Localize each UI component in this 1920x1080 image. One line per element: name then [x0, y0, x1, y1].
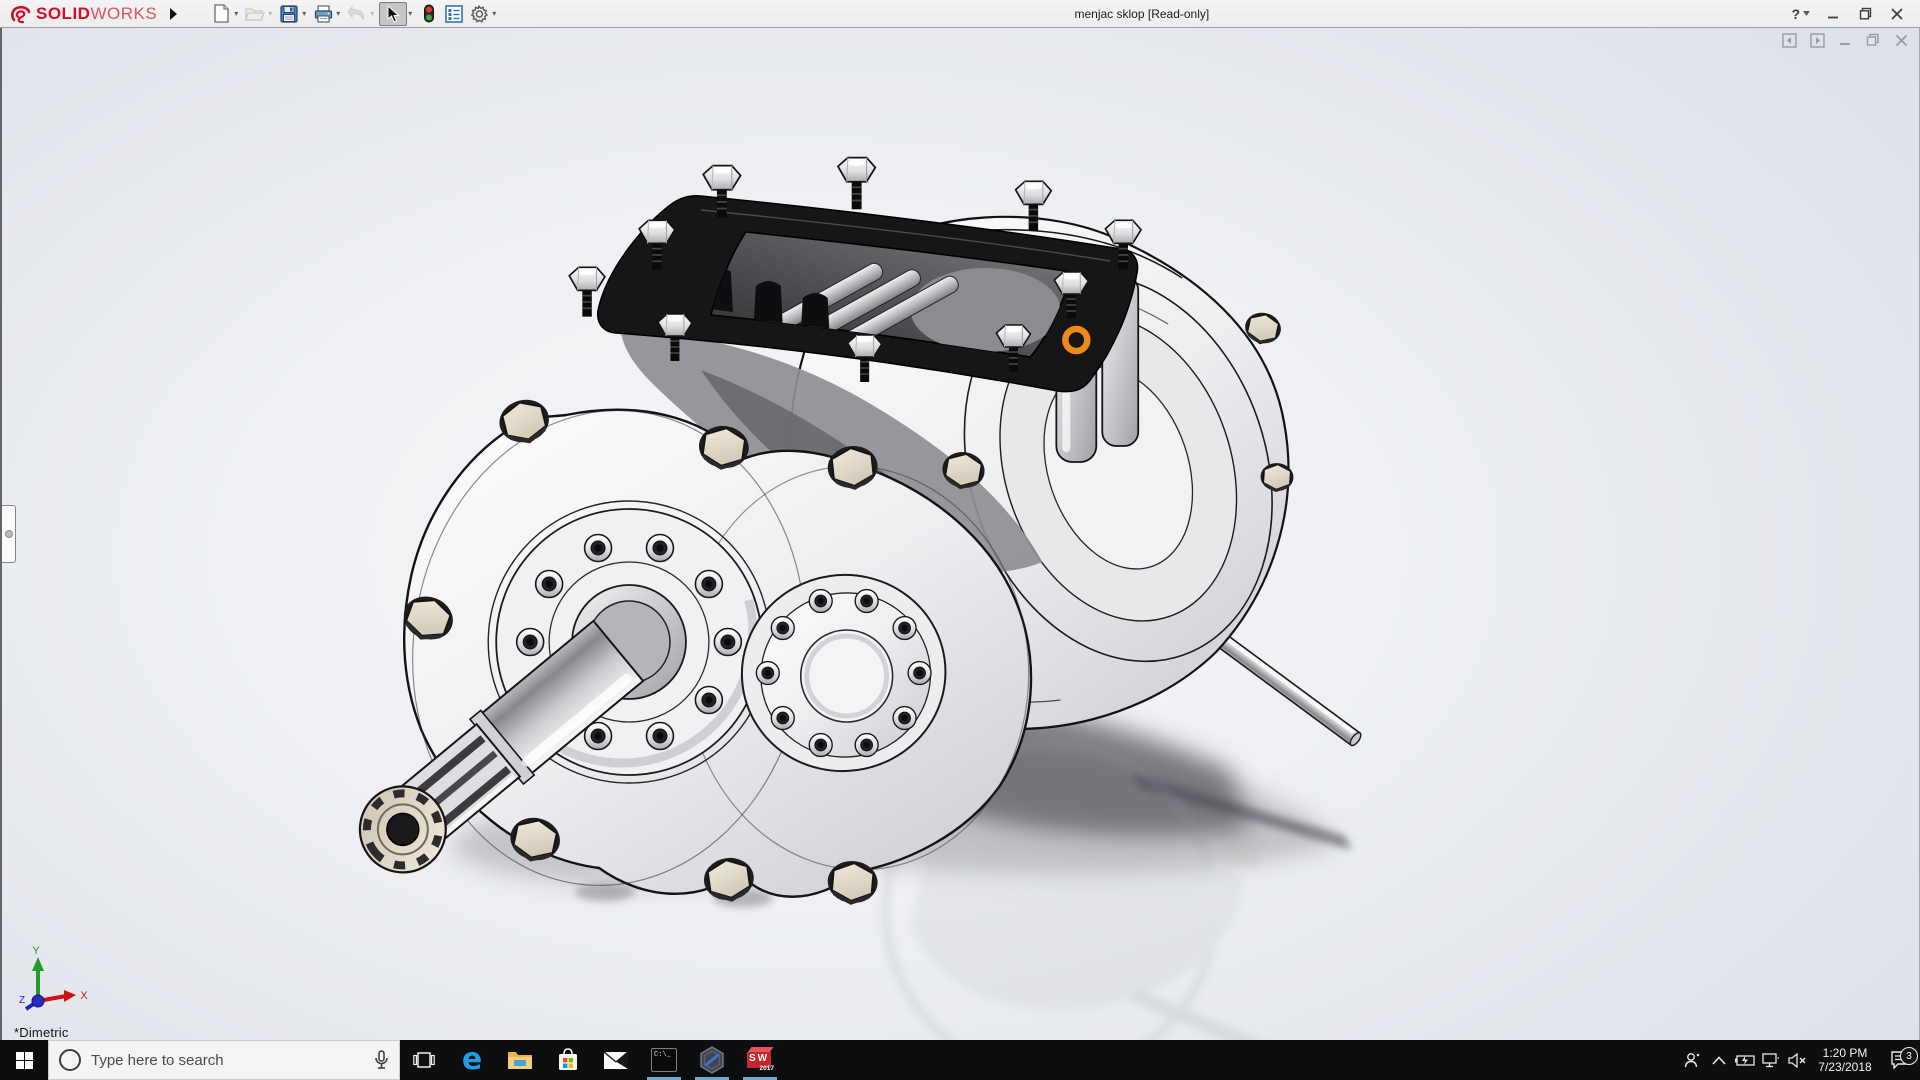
triad-z-label: Z — [19, 995, 25, 1006]
brand-works: WORKS — [90, 4, 157, 23]
open-button[interactable] — [243, 2, 267, 26]
chevron-up-icon — [1712, 1056, 1726, 1065]
system-tray: 1:20 PM 7/23/2018 3 — [1680, 1040, 1920, 1080]
solidworks-swoosh-icon — [10, 4, 34, 24]
taskbar-spacer — [784, 1040, 1680, 1080]
print-button[interactable] — [311, 2, 335, 26]
solidworks-2017-icon: SW 2017 — [746, 1046, 774, 1074]
options-dropdown-arrow[interactable]: ▾ — [492, 9, 496, 18]
store-icon — [556, 1048, 580, 1072]
search-placeholder: Type here to search — [91, 1052, 364, 1069]
notification-badge: 3 — [1900, 1047, 1918, 1065]
pane-expand-right-button[interactable] — [1809, 32, 1825, 48]
splitter-grip-icon — [5, 530, 13, 538]
title-bar: SOLIDWORKS ▾ ▾ ▾ ▾ ▾ — [0, 0, 1920, 28]
undo-button[interactable] — [345, 2, 369, 26]
solidworks-app-window: SOLIDWORKS ▾ ▾ ▾ ▾ ▾ — [0, 0, 1920, 1080]
taskbar-app-file-explorer[interactable] — [496, 1040, 544, 1080]
doc-close-button[interactable] — [1893, 32, 1909, 48]
minimize-button[interactable] — [1824, 5, 1842, 23]
edge-icon: e — [462, 1046, 482, 1074]
document-title: menjac sklop [Read-only] — [500, 7, 1783, 21]
options-gear-button[interactable] — [467, 2, 491, 26]
select-button[interactable] — [379, 2, 407, 26]
cortana-icon — [59, 1049, 81, 1071]
start-button[interactable] — [0, 1040, 48, 1080]
print-dropdown-arrow[interactable]: ▾ — [336, 9, 340, 18]
mail-icon — [603, 1051, 629, 1070]
taskbar-app-hexagon[interactable] — [688, 1040, 736, 1080]
command-prompt-icon: C:\_ — [651, 1048, 677, 1072]
task-view-icon — [413, 1051, 435, 1069]
clock-date: 7/23/2018 — [1812, 1060, 1878, 1074]
microphone-icon[interactable] — [374, 1050, 389, 1070]
taskbar-app-solidworks[interactable]: SW 2017 — [736, 1040, 784, 1080]
undo-dropdown-arrow[interactable]: ▾ — [370, 9, 374, 18]
view-orientation-label: *Dimetric — [14, 1025, 69, 1040]
taskbar-app-command-prompt[interactable]: C:\_ — [640, 1040, 688, 1080]
select-dropdown-arrow[interactable]: ▾ — [408, 9, 412, 18]
new-document-button[interactable] — [209, 2, 233, 26]
tray-overflow-button[interactable] — [1706, 1040, 1732, 1080]
help-dropdown-arrow[interactable] — [1803, 11, 1810, 16]
pane-expand-left-button[interactable] — [1781, 32, 1797, 48]
windows-logo-icon — [16, 1052, 33, 1069]
taskbar-search-box[interactable]: Type here to search — [48, 1040, 400, 1080]
save-button[interactable] — [277, 2, 301, 26]
graphics-viewport[interactable]: Y X Z *Dimetric — [0, 27, 1920, 1040]
windows-taskbar: Type here to search e — [0, 1040, 1920, 1080]
window-controls: ? — [1783, 5, 1920, 23]
file-properties-button[interactable] — [442, 2, 466, 26]
task-view-button[interactable] — [400, 1040, 448, 1080]
open-dropdown-arrow[interactable]: ▾ — [268, 9, 272, 18]
taskbar-clock[interactable]: 1:20 PM 7/23/2018 — [1810, 1046, 1880, 1074]
taskbar-app-edge[interactable]: e — [448, 1040, 496, 1080]
network-button[interactable] — [1758, 1040, 1784, 1080]
battery-button[interactable] — [1732, 1040, 1758, 1080]
hexagon-app-icon — [699, 1046, 725, 1074]
close-button[interactable] — [1888, 5, 1906, 23]
toolbar-flyout-arrow[interactable] — [165, 4, 181, 24]
brand-solid: SOLID — [36, 4, 90, 23]
battery-charging-icon — [1734, 1054, 1756, 1067]
brand-wordmark: SOLIDWORKS — [36, 4, 157, 24]
triad-y-label: Y — [32, 945, 40, 957]
reference-triad: Y X Z — [14, 943, 94, 1018]
rebuild-traffic-light-button[interactable] — [417, 2, 441, 26]
new-dropdown-arrow[interactable]: ▾ — [234, 9, 238, 18]
volume-button[interactable] — [1784, 1040, 1810, 1080]
panel-splitter-tab[interactable] — [2, 505, 16, 563]
taskbar-app-mail[interactable] — [592, 1040, 640, 1080]
clock-time: 1:20 PM — [1812, 1046, 1878, 1060]
action-center-button[interactable]: 3 — [1880, 1051, 1920, 1069]
volume-muted-icon — [1788, 1053, 1806, 1068]
restore-button[interactable] — [1856, 5, 1874, 23]
solidworks-logo: SOLIDWORKS — [0, 4, 165, 24]
taskbar-app-store[interactable] — [544, 1040, 592, 1080]
network-icon — [1762, 1053, 1780, 1068]
gearbox-3d-model — [2, 27, 1919, 1040]
people-button[interactable] — [1680, 1040, 1706, 1080]
help-question-icon: ? — [1791, 6, 1800, 22]
help-button[interactable]: ? — [1791, 6, 1810, 22]
doc-minimize-button[interactable] — [1837, 32, 1853, 48]
save-dropdown-arrow[interactable]: ▾ — [302, 9, 306, 18]
people-icon — [1684, 1051, 1702, 1069]
document-window-controls — [1781, 32, 1909, 48]
doc-restore-button[interactable] — [1865, 32, 1881, 48]
file-explorer-icon — [507, 1049, 533, 1071]
triad-x-label: X — [80, 990, 88, 1002]
standard-toolbar: ▾ ▾ ▾ ▾ ▾ ▾ — [209, 2, 500, 26]
